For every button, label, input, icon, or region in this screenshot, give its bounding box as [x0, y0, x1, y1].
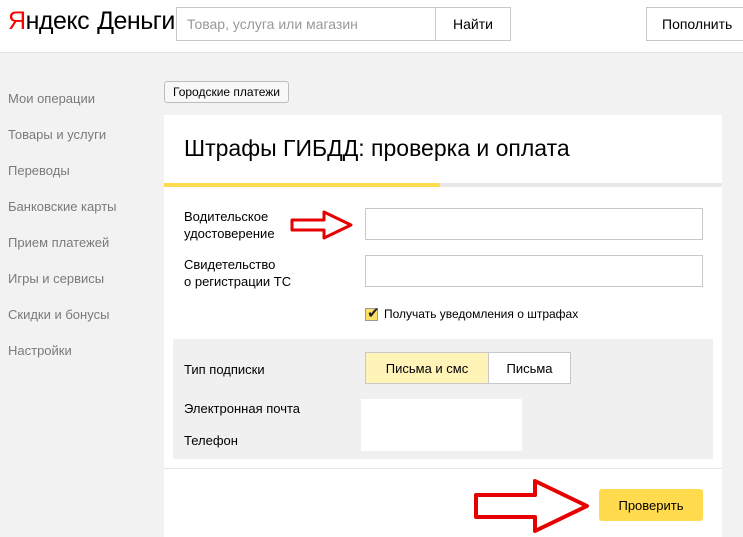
registration-input[interactable] [365, 255, 703, 287]
license-label: Водительское удостоверение [184, 208, 275, 242]
header: ЯндексДеньги Найти Пополнить [0, 0, 743, 53]
sidebar-item-cards[interactable]: Банковские карты [8, 198, 117, 234]
notify-label: Получать уведомления о штрафах [384, 307, 579, 321]
subscription-sms-email[interactable]: Письма и смс [365, 352, 489, 384]
registration-label-line2: о регистрации ТС [184, 274, 292, 289]
license-label-line2: удостоверение [184, 226, 275, 241]
sidebar-item-games[interactable]: Игры и сервисы [8, 270, 117, 306]
notify-checkbox-row[interactable]: ✔ Получать уведомления о штрафах [365, 305, 579, 322]
topup-button[interactable]: Пополнить [646, 7, 743, 41]
logo-first-letter: Я [8, 7, 26, 35]
logo-sub: Деньги [97, 7, 175, 35]
divider [164, 468, 722, 469]
logo-rest: ндекс [25, 7, 90, 35]
sidebar-item-payments[interactable]: Прием платежей [8, 234, 117, 270]
registration-label: Свидетельство о регистрации ТС [184, 256, 291, 290]
progress-fill [164, 183, 441, 187]
checkmark-icon: ✔ [367, 304, 380, 322]
contact-values-area[interactable] [361, 399, 522, 451]
license-input[interactable] [365, 208, 703, 240]
check-button[interactable]: Проверить [599, 489, 703, 521]
license-label-line1: Водительское [184, 209, 269, 224]
page-title: Штрафы ГИБДД: проверка и оплата [184, 135, 570, 161]
red-arrow-icon [290, 210, 353, 240]
red-arrow-icon [474, 479, 589, 533]
sidebar-item-bonuses[interactable]: Скидки и бонусы [8, 306, 117, 342]
notify-checkbox[interactable]: ✔ [365, 305, 380, 322]
email-label: Электронная почта [184, 401, 301, 416]
sidebar-item-goods[interactable]: Товары и услуги [8, 126, 117, 162]
sidebar-item-operations[interactable]: Мои операции [8, 90, 117, 126]
subscription-email-only[interactable]: Письма [489, 352, 571, 384]
subscription-panel: Тип подписки Письма и смс Письма Электро… [173, 339, 713, 459]
search-button[interactable]: Найти [435, 7, 511, 41]
breadcrumb-city-payments[interactable]: Городские платежи [164, 81, 289, 103]
yandex-money-logo[interactable]: Яндекс Деньги [8, 7, 175, 36]
search-input[interactable] [176, 7, 435, 41]
subscription-label: Тип подписки [184, 362, 265, 377]
phone-label: Телефон [184, 433, 238, 448]
fines-form-card: Штрафы ГИБДД: проверка и оплата Водитель… [164, 115, 722, 537]
sidebar-item-transfers[interactable]: Переводы [8, 162, 117, 198]
registration-label-line1: Свидетельство [184, 257, 276, 272]
progress-bar [164, 183, 722, 187]
sidebar: Мои операции Товары и услуги Переводы Ба… [8, 90, 117, 378]
sidebar-item-settings[interactable]: Настройки [8, 342, 117, 378]
